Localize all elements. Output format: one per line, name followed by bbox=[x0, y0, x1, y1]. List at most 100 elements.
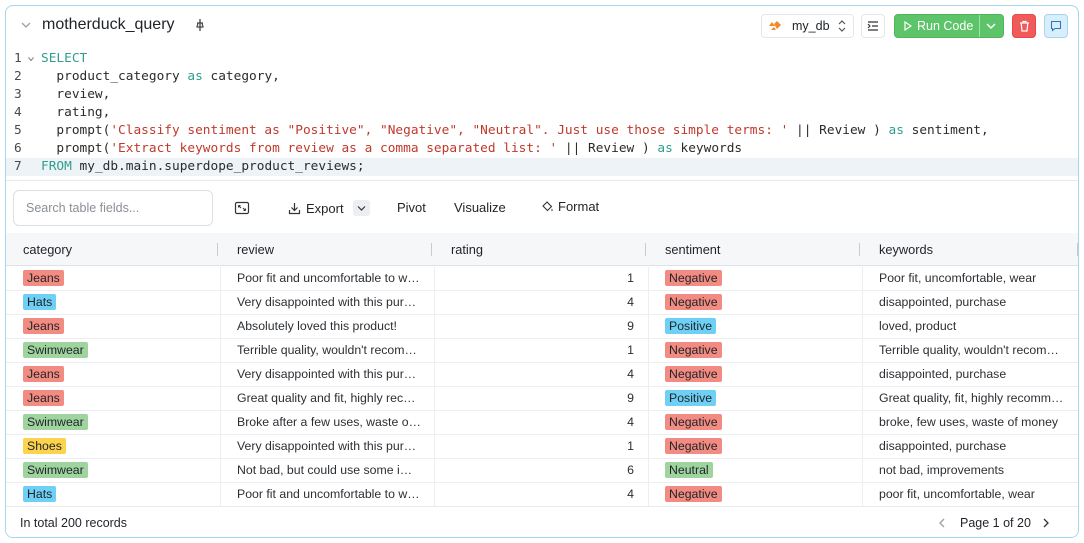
column-header-keywords[interactable]: keywords bbox=[862, 233, 1078, 266]
column-header-rating[interactable]: rating bbox=[434, 233, 648, 266]
cell-category[interactable]: Swimwear bbox=[23, 339, 213, 362]
column-resize-handle[interactable] bbox=[431, 243, 432, 256]
column-header-review[interactable]: review bbox=[220, 233, 434, 266]
table-row[interactable]: Jeans Absolutely loved this product! 9 Posi… bbox=[6, 315, 1078, 339]
chevron-down-icon[interactable] bbox=[20, 19, 32, 31]
table-row[interactable]: Hats Poor fit and uncomfortable to wear. 4… bbox=[6, 483, 1078, 507]
pin-icon[interactable] bbox=[194, 18, 206, 32]
pivot-button[interactable]: Pivot bbox=[397, 200, 426, 215]
table-row[interactable]: Hats Very disappointed with this purchase… bbox=[6, 291, 1078, 315]
cell-rating[interactable]: 4 bbox=[434, 363, 634, 386]
cell-review[interactable]: Very disappointed with this purchase. bbox=[237, 435, 421, 458]
run-code-button[interactable]: Run Code bbox=[894, 14, 1004, 38]
code-editor[interactable]: 1 SELECT 2 product_category as category, 3 … bbox=[6, 50, 1078, 180]
table-row[interactable]: Jeans Great quality and fit, highly recom… bbox=[6, 387, 1078, 411]
comment-button[interactable] bbox=[1044, 14, 1068, 38]
code-line[interactable]: 4 rating, bbox=[6, 104, 1078, 122]
cell-review[interactable]: Terrible quality, wouldn't recommend. bbox=[237, 339, 421, 362]
cell-category[interactable]: Swimwear bbox=[23, 411, 213, 434]
table-row[interactable]: Swimwear Not bad, but could use some impr… bbox=[6, 459, 1078, 483]
search-table-fields[interactable] bbox=[13, 190, 213, 226]
search-input[interactable] bbox=[14, 191, 212, 225]
cell-rating[interactable]: 1 bbox=[434, 267, 634, 290]
cell-review[interactable]: Poor fit and uncomfortable to wear. bbox=[237, 483, 421, 506]
column-resize-handle[interactable] bbox=[1077, 243, 1078, 256]
cell-sentiment[interactable]: Negative bbox=[665, 435, 855, 458]
cell-category[interactable]: Swimwear bbox=[23, 459, 213, 482]
column-header-category[interactable]: category bbox=[6, 233, 220, 266]
cell-keywords[interactable]: broke, few uses, waste of money bbox=[879, 411, 1067, 434]
cell-sentiment[interactable]: Negative bbox=[665, 291, 855, 314]
cell-keywords[interactable]: loved, product bbox=[879, 315, 1067, 338]
cell-rating[interactable]: 4 bbox=[434, 411, 634, 434]
table-row[interactable]: Swimwear Broke after a few uses, waste of… bbox=[6, 411, 1078, 435]
cell-sentiment[interactable]: Negative bbox=[665, 363, 855, 386]
column-header-sentiment[interactable]: sentiment bbox=[648, 233, 862, 266]
column-resize-handle[interactable] bbox=[645, 243, 646, 256]
cell-keywords[interactable]: poor fit, uncomfortable, wear bbox=[879, 483, 1067, 506]
cell-keywords[interactable]: disappointed, purchase bbox=[879, 435, 1067, 458]
code-line[interactable]: 7 FROM my_db.main.superdope_product_revie… bbox=[6, 158, 1078, 176]
cell-keywords[interactable]: not bad, improvements bbox=[879, 459, 1067, 482]
cell-keywords[interactable]: Great quality, fit, highly recommend bbox=[879, 387, 1067, 410]
column-resize-handle[interactable] bbox=[217, 243, 218, 256]
sentiment-tag: Positive bbox=[665, 390, 717, 406]
table-row[interactable]: Shoes Very disappointed with this purchas… bbox=[6, 435, 1078, 459]
cell-review[interactable]: Very disappointed with this purchase. bbox=[237, 291, 421, 314]
expand-icon[interactable] bbox=[234, 200, 250, 216]
chevron-left-icon[interactable] bbox=[938, 518, 946, 528]
cell-keywords[interactable]: disappointed, purchase bbox=[879, 291, 1067, 314]
cell-review[interactable]: Not bad, but could use some improvements… bbox=[237, 459, 421, 482]
cell-rating[interactable]: 6 bbox=[434, 459, 634, 482]
cell-category[interactable]: Hats bbox=[23, 291, 213, 314]
cell-sentiment[interactable]: Positive bbox=[665, 315, 855, 338]
fold-chevron-icon[interactable] bbox=[27, 55, 35, 63]
cell-category[interactable]: Jeans bbox=[23, 267, 213, 290]
cell-sentiment[interactable]: Negative bbox=[665, 483, 855, 506]
cell-category[interactable]: Jeans bbox=[23, 387, 213, 410]
cell-review[interactable]: Poor fit and uncomfortable to wear. bbox=[237, 267, 421, 290]
cell-sentiment[interactable]: Neutral bbox=[665, 459, 855, 482]
cell-sentiment[interactable]: Positive bbox=[665, 387, 855, 410]
column-resize-handle[interactable] bbox=[859, 243, 860, 256]
cell-category[interactable]: Jeans bbox=[23, 363, 213, 386]
cell-rating[interactable]: 9 bbox=[434, 315, 634, 338]
cell-title[interactable]: motherduck_query bbox=[42, 16, 175, 34]
cell-rating[interactable]: 4 bbox=[434, 291, 634, 314]
visualize-button[interactable]: Visualize bbox=[454, 200, 506, 215]
cell-sentiment[interactable]: Negative bbox=[665, 411, 855, 434]
chevron-right-icon[interactable] bbox=[1042, 518, 1050, 528]
cell-sentiment[interactable]: Negative bbox=[665, 339, 855, 362]
cell-category[interactable]: Jeans bbox=[23, 315, 213, 338]
cell-category[interactable]: Hats bbox=[23, 483, 213, 506]
table-row[interactable]: Jeans Very disappointed with this purchas… bbox=[6, 363, 1078, 387]
cell-review[interactable]: Great quality and fit, highly recommend. bbox=[237, 387, 421, 410]
code-line[interactable]: 1 SELECT bbox=[6, 50, 1078, 68]
cell-rating[interactable]: 1 bbox=[434, 339, 634, 362]
cell-review[interactable]: Broke after a few uses, waste of money. bbox=[237, 411, 421, 434]
format-button[interactable]: Format bbox=[541, 199, 599, 214]
cell-keywords[interactable]: Poor fit, uncomfortable, wear bbox=[879, 267, 1067, 290]
cell-rating[interactable]: 4 bbox=[434, 483, 634, 506]
delete-cell-button[interactable] bbox=[1012, 14, 1036, 38]
cell-sentiment[interactable]: Negative bbox=[665, 267, 855, 290]
database-select[interactable]: my_db bbox=[761, 14, 854, 38]
cell-rating[interactable]: 1 bbox=[434, 435, 634, 458]
code-line[interactable]: 6 prompt('Extract keywords from review a… bbox=[6, 140, 1078, 158]
table-row[interactable]: Jeans Poor fit and uncomfortable to wear.… bbox=[6, 267, 1078, 291]
chevron-down-icon[interactable] bbox=[986, 22, 996, 30]
table-row[interactable]: Swimwear Terrible quality, wouldn't recom… bbox=[6, 339, 1078, 363]
export-button[interactable]: Export bbox=[288, 199, 344, 217]
code-line[interactable]: 3 review, bbox=[6, 86, 1078, 104]
format-code-button[interactable] bbox=[861, 14, 885, 38]
cell-category[interactable]: Shoes bbox=[23, 435, 213, 458]
cell-rating[interactable]: 9 bbox=[434, 387, 634, 410]
sql-string: 'Extract keywords from review as a comma… bbox=[110, 141, 558, 156]
cell-keywords[interactable]: Terrible quality, wouldn't recommend bbox=[879, 339, 1067, 362]
export-menu-button[interactable] bbox=[353, 200, 370, 216]
cell-review[interactable]: Absolutely loved this product! bbox=[237, 315, 421, 338]
code-line[interactable]: 5 prompt('Classify sentiment as "Positiv… bbox=[6, 122, 1078, 140]
code-line[interactable]: 2 product_category as category, bbox=[6, 68, 1078, 86]
cell-review[interactable]: Very disappointed with this purchase. bbox=[237, 363, 421, 386]
cell-keywords[interactable]: disappointed, purchase bbox=[879, 363, 1067, 386]
